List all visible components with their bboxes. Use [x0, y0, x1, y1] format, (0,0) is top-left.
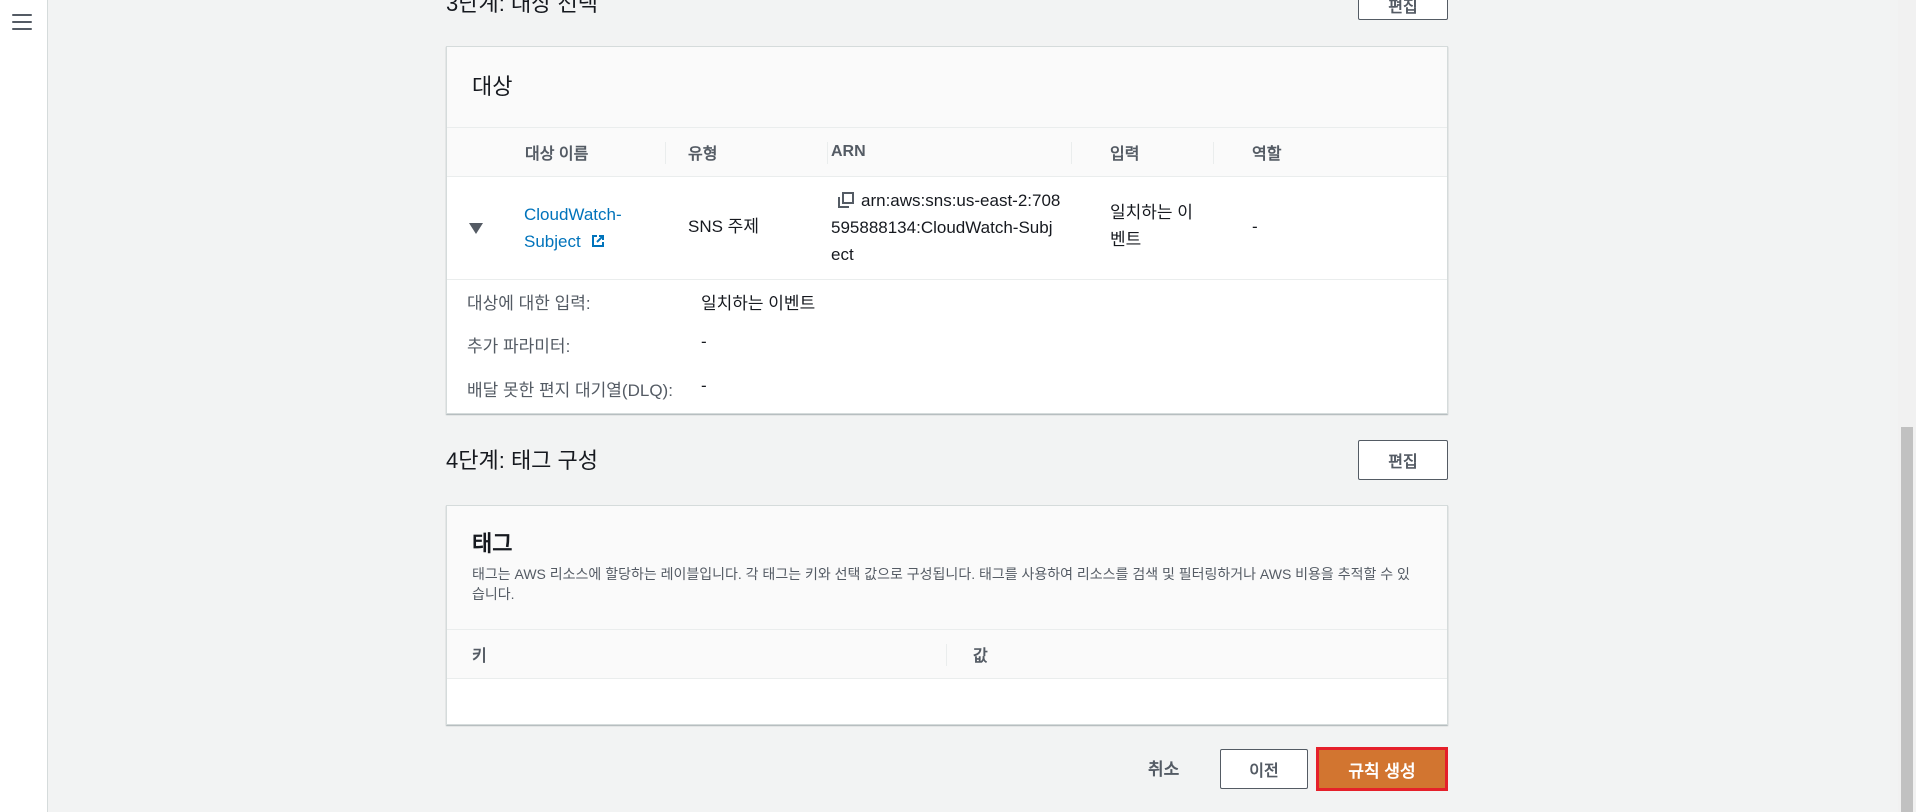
step3-edit-button[interactable]: 편집	[1358, 0, 1448, 20]
detail-label-dlq: 배달 못한 편지 대기열(DLQ):	[467, 381, 673, 400]
target-role-cell: -	[1252, 217, 1258, 236]
step4-title: 4단계: 태그 구성	[446, 448, 599, 473]
column-header-value: 값	[973, 648, 988, 665]
arn-line2: 595888134:CloudWatch-Subj	[831, 218, 1053, 237]
tags-panel: 태그 태그는 AWS 리소스에 할당하는 레이블입니다. 각 태그는 키와 선택…	[446, 505, 1448, 725]
targets-panel-title: 대상	[472, 74, 513, 99]
column-header-key: 키	[472, 648, 487, 665]
tags-panel-title: 태그	[472, 531, 513, 556]
column-separator	[827, 142, 828, 164]
target-type-cell: SNS 주제	[688, 217, 759, 236]
detail-label-input: 대상에 대한 입력:	[467, 294, 591, 313]
side-navigation	[0, 0, 48, 812]
input-line2: 벤트	[1110, 230, 1142, 249]
targets-panel: 대상 대상 이름 유형 ARN 입력 역할 CloudWatch- Subjec…	[446, 46, 1448, 414]
detail-value-extra-params: -	[701, 332, 707, 351]
vertical-scrollbar[interactable]	[1898, 0, 1916, 812]
target-name-link-line1[interactable]: CloudWatch-	[524, 201, 622, 228]
detail-label-extra-params: 추가 파라미터:	[467, 337, 571, 356]
column-header-arn: ARN	[831, 143, 866, 160]
column-header-role: 역할	[1252, 146, 1282, 163]
detail-value-dlq: -	[701, 376, 707, 395]
create-rule-button[interactable]: 규칙 생성	[1316, 747, 1448, 791]
caret-down-icon[interactable]	[469, 223, 483, 235]
column-header-target-name: 대상 이름	[525, 146, 589, 163]
step4-edit-button[interactable]: 편집	[1358, 440, 1448, 480]
column-header-input: 입력	[1110, 146, 1140, 163]
target-name-link-line2[interactable]: Subject	[524, 232, 581, 251]
previous-button[interactable]: 이전	[1220, 749, 1308, 789]
arn-line1: arn:aws:sns:us-east-2:708	[861, 191, 1061, 210]
target-name-cell[interactable]: CloudWatch- Subject	[524, 201, 622, 255]
cancel-button[interactable]: 취소	[1148, 755, 1179, 780]
external-link-icon[interactable]	[589, 232, 607, 250]
target-arn-cell: arn:aws:sns:us-east-2:708 595888134:Clou…	[831, 187, 1060, 268]
detail-value-input: 일치하는 이벤트	[701, 294, 816, 313]
copy-icon[interactable]	[837, 191, 855, 209]
column-separator	[1213, 142, 1214, 164]
column-separator	[946, 644, 947, 666]
arn-line3: ect	[831, 245, 854, 264]
tags-panel-header: 태그 태그는 AWS 리소스에 할당하는 레이블입니다. 각 태그는 키와 선택…	[447, 506, 1447, 630]
column-separator	[1071, 142, 1072, 164]
menu-icon[interactable]	[12, 14, 32, 32]
column-separator	[665, 142, 666, 164]
step3-title: 3단계: 대상 선택	[446, 0, 599, 16]
create-rule-button-label: 규칙 생성	[1319, 750, 1445, 788]
input-line1: 일치하는 이	[1110, 203, 1193, 222]
targets-panel-header: 대상	[447, 47, 1447, 128]
tags-table-header: 키 값	[447, 630, 1447, 679]
targets-table-header: 대상 이름 유형 ARN 입력 역할	[447, 128, 1447, 177]
table-row: CloudWatch- Subject SNS 주제 arn:aws:sns:u…	[447, 177, 1447, 280]
column-header-type: 유형	[688, 146, 718, 163]
scrollbar-thumb[interactable]	[1901, 427, 1913, 812]
target-input-cell: 일치하는 이 벤트	[1110, 199, 1193, 253]
tags-panel-description: 태그는 AWS 리소스에 할당하는 레이블입니다. 각 태그는 키와 선택 값으…	[472, 566, 1410, 602]
